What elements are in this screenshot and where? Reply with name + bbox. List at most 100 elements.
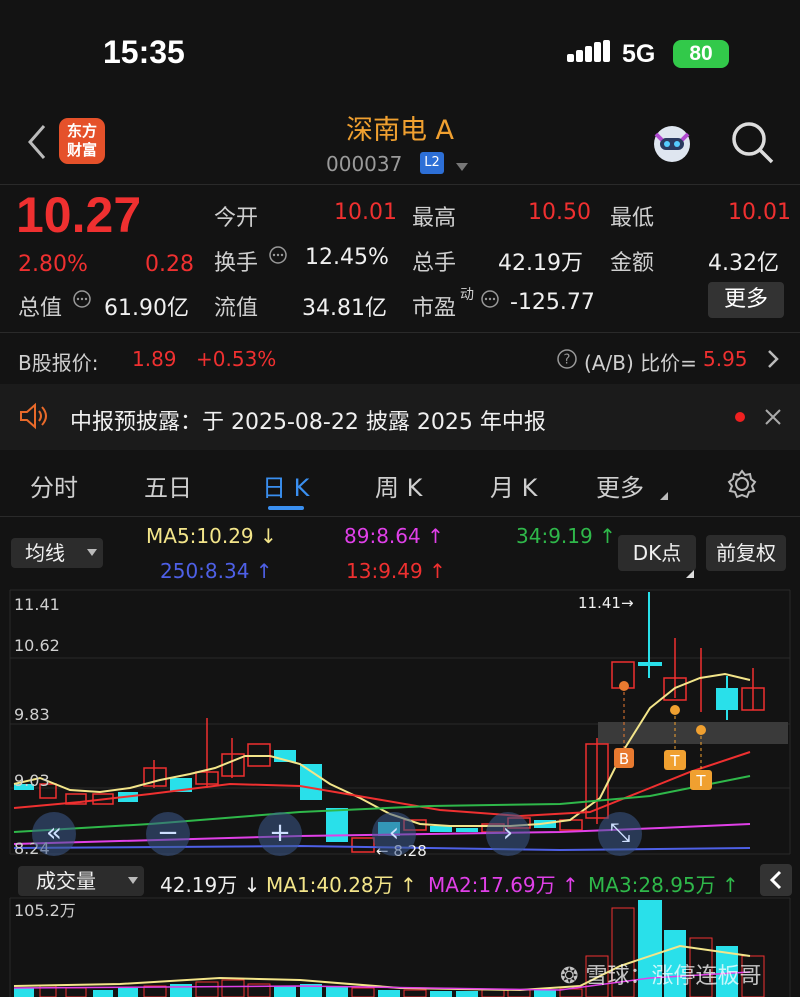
tab-weekly-k[interactable]: 周 K: [375, 468, 422, 503]
change-value: 0.28: [145, 252, 194, 277]
gear-icon[interactable]: [726, 468, 758, 504]
volume-value: 42.19万: [498, 251, 583, 276]
status-bar: 15:35 5G 80: [0, 0, 800, 100]
close-icon[interactable]: [763, 407, 783, 431]
divider: [0, 184, 800, 185]
svg-text:?: ?: [564, 353, 571, 368]
ma89-value: 89:8.64 ↑: [344, 524, 444, 548]
signal-icon: [567, 40, 611, 68]
volume-dropdown[interactable]: 成交量: [18, 866, 144, 896]
max-price-label: 11.41→: [578, 594, 634, 612]
watermark: ❂ 雪球：涨停连板哥: [560, 958, 761, 990]
chevron-left-icon: [769, 870, 782, 890]
more-button[interactable]: 更多: [708, 282, 784, 318]
amount-value: 4.32亿: [708, 251, 779, 276]
price-zone: [598, 722, 788, 744]
divider: [0, 332, 800, 333]
back-icon[interactable]: [22, 122, 52, 162]
prev-icon[interactable]: ‹: [372, 812, 416, 856]
last-price: 10.27: [16, 187, 142, 243]
collapse-button[interactable]: [760, 864, 792, 896]
pe-value: -125.77: [510, 290, 595, 315]
turnover-label: 换手: [214, 251, 259, 276]
tab-daily-k[interactable]: 日 K: [262, 468, 309, 503]
vol-ma1: MA1:40.28万 ↑: [266, 873, 417, 897]
ma13-line: [13, 751, 751, 818]
chevron-right-icon[interactable]: [766, 348, 780, 374]
high-value: 10.50: [528, 200, 591, 225]
ma5-line: [13, 672, 751, 827]
chevron-down-icon: [128, 877, 138, 884]
stock-code[interactable]: 000037: [326, 152, 402, 176]
ma250-value: 250:8.34 ↑: [160, 559, 273, 583]
snowball-icon: ❂: [560, 964, 586, 989]
chevron-down-icon: [87, 549, 97, 556]
tab-more[interactable]: 更多: [596, 468, 644, 503]
high-label: 最高: [412, 206, 457, 231]
volume-label: 总手: [412, 251, 457, 276]
vol-ma2: MA2:17.69万 ↑: [428, 873, 579, 897]
watermark-text: 雪球：涨停连板哥: [585, 964, 762, 989]
vol-ma3: MA3:28.95万 ↑: [588, 873, 739, 897]
info-icon[interactable]: [480, 289, 500, 313]
tab-intraday[interactable]: 分时: [30, 468, 78, 503]
ma34-value: 34:9.19 ↑: [516, 524, 616, 548]
ma5-value: MA5:10.29 ↓: [146, 524, 277, 548]
turnover-value: 12.45%: [305, 245, 389, 270]
stock-name: 深南电 A: [345, 115, 455, 146]
open-label: 今开: [214, 206, 259, 231]
next-icon[interactable]: ›: [486, 812, 530, 856]
low-value: 10.01: [728, 200, 791, 225]
adjust-button[interactable]: 前复权: [706, 535, 786, 571]
y-label: 10.62: [14, 636, 60, 655]
zoom-out-icon[interactable]: −: [146, 812, 190, 856]
volume-value: 42.19万 ↓: [160, 873, 261, 897]
search-icon[interactable]: [728, 118, 776, 166]
volume-dropdown-label: 成交量: [36, 869, 96, 893]
caret-icon: [659, 486, 669, 505]
info-icon[interactable]: [268, 245, 288, 269]
notice-text[interactable]: 中报预披露：于 2025-08-22 披露 2025 年中报: [70, 404, 546, 436]
tab-monthly-k[interactable]: 月 K: [490, 468, 537, 503]
open-value: 10.01: [334, 200, 397, 225]
help-icon[interactable]: ?: [556, 348, 578, 374]
info-icon[interactable]: [72, 289, 92, 313]
volume-max-label: 105.2万: [14, 901, 76, 920]
zoom-in-icon[interactable]: +: [258, 812, 302, 856]
battery-icon: 80: [673, 40, 729, 68]
y-label: 9.03: [14, 771, 50, 790]
amount-label: 金额: [610, 251, 655, 276]
divider: [0, 516, 800, 517]
low-label: 最低: [610, 206, 655, 231]
expand-icon[interactable]: ⤡: [598, 812, 642, 856]
pe-label: 市盈: [412, 296, 457, 321]
l2-badge[interactable]: L2: [420, 152, 444, 174]
candle: [716, 688, 738, 710]
caret-icon: [686, 563, 694, 582]
candle: [351, 837, 375, 853]
rewind-icon[interactable]: «: [32, 812, 76, 856]
candle: [326, 808, 348, 842]
float-value: 34.81亿: [302, 296, 387, 321]
speaker-icon: [18, 402, 50, 434]
mcap-value: 61.90亿: [104, 296, 189, 321]
dk-point-button[interactable]: DK点: [618, 535, 696, 571]
float-label: 流值: [214, 296, 259, 321]
bshare-price: 1.89: [132, 347, 177, 371]
bshare-label: B股报价:: [18, 351, 99, 375]
app-logo: 东方 财富: [59, 118, 105, 164]
ma-dropdown-label: 均线: [25, 541, 65, 565]
chevron-down-icon[interactable]: [454, 158, 470, 177]
mcap-label: 总值: [18, 296, 63, 321]
robot-assistant-icon[interactable]: [648, 120, 696, 168]
active-tab-indicator: [268, 506, 304, 510]
ma-dropdown[interactable]: 均线: [11, 538, 103, 568]
tab-five-day[interactable]: 五日: [144, 468, 192, 503]
change-pct: 2.80%: [18, 252, 88, 277]
y-label: 9.83: [14, 705, 50, 724]
candle: [638, 662, 662, 666]
bshare-pct: +0.53%: [196, 347, 277, 371]
ab-ratio-value: 5.95: [703, 347, 748, 371]
signal-marker-b: B: [619, 750, 629, 768]
candle: [456, 828, 478, 832]
